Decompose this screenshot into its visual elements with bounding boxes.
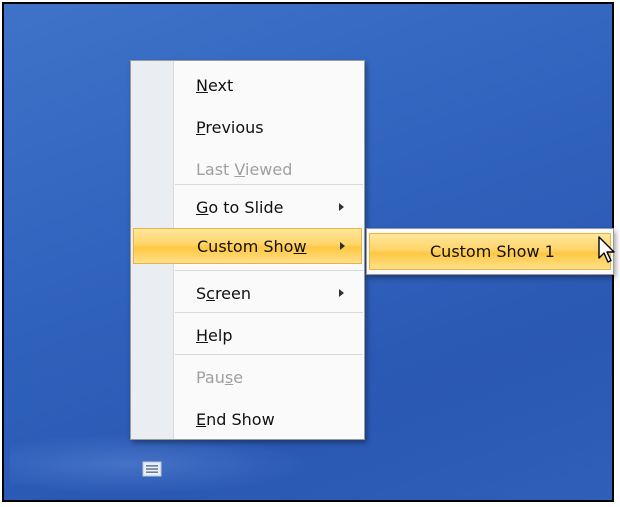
submenu-item-custom-show-1[interactable]: Custom Show 1	[369, 233, 611, 270]
menu-item-label: End Show	[196, 409, 275, 429]
menu-item-last-viewed: Last Viewed	[131, 151, 364, 187]
menu-item-go-to-slide[interactable]: Go to Slide	[131, 189, 364, 225]
menu-item-label: Last Viewed	[196, 159, 293, 179]
submenu-arrow-icon	[340, 242, 345, 250]
menu-item-label: Help	[196, 325, 233, 345]
menu-item-pause: Pause	[131, 359, 364, 395]
menu-item-label: Custom Show	[197, 236, 307, 256]
submenu-item-label: Custom Show 1	[430, 242, 555, 261]
menu-item-help[interactable]: Help	[131, 317, 364, 353]
context-menu: Next Previous Last Viewed Go to Slide Cu…	[130, 60, 365, 440]
submenu-arrow-icon	[339, 203, 344, 211]
menu-item-end-show[interactable]: End Show	[131, 401, 364, 437]
menu-separator	[175, 270, 363, 271]
menu-item-next[interactable]: Next	[131, 67, 364, 103]
menu-item-custom-show[interactable]: Custom Show	[133, 228, 362, 264]
menu-item-previous[interactable]: Previous	[131, 109, 364, 145]
menu-separator	[175, 354, 363, 355]
custom-show-submenu: Custom Show 1	[366, 228, 614, 275]
menu-item-label: Previous	[196, 117, 264, 137]
arrow-cursor-icon	[598, 236, 616, 268]
menu-item-screen[interactable]: Screen	[131, 275, 364, 311]
slide-menu-button[interactable]	[137, 458, 167, 480]
menu-item-label: Pause	[196, 367, 244, 387]
submenu-arrow-icon	[339, 289, 344, 297]
slide-menu-icon	[142, 461, 162, 477]
menu-item-label: Next	[196, 75, 234, 95]
menu-item-label: Go to Slide	[196, 197, 284, 217]
menu-separator	[175, 184, 363, 185]
menu-separator	[175, 312, 363, 313]
menu-item-label: Screen	[196, 283, 252, 303]
